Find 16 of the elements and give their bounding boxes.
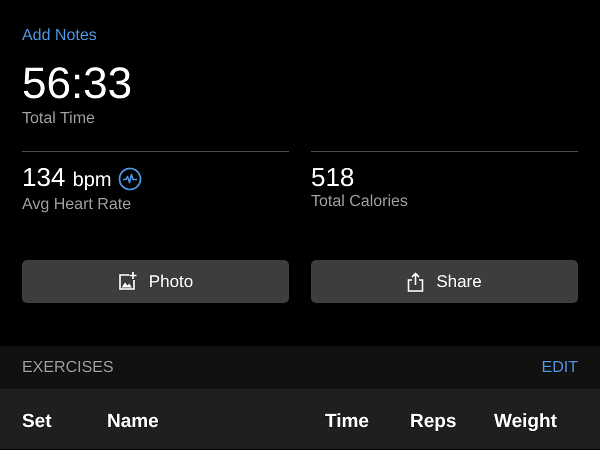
- stat-value: 134 bpm: [22, 162, 112, 194]
- column-header: Set: [22, 411, 53, 434]
- share-button[interactable]: Share: [311, 260, 578, 303]
- total-time-label: Total Time: [22, 109, 96, 129]
- column-header: Reps: [410, 411, 458, 434]
- edit-link[interactable]: EDIT: [542, 358, 578, 376]
- stat-label: Total Calories: [311, 192, 409, 212]
- total-time-value: 56:33: [22, 59, 134, 109]
- column-header: Weight: [494, 411, 557, 434]
- column-header: Time: [325, 411, 370, 434]
- column-header: Name: [107, 411, 160, 434]
- photo-button[interactable]: Photo: [22, 260, 289, 303]
- stat-value: 518: [311, 162, 354, 192]
- section-title: EXERCISES: [22, 358, 114, 376]
- stat-label: Avg Heart Rate: [22, 195, 132, 215]
- add-notes-link[interactable]: Add Notes: [22, 24, 97, 48]
